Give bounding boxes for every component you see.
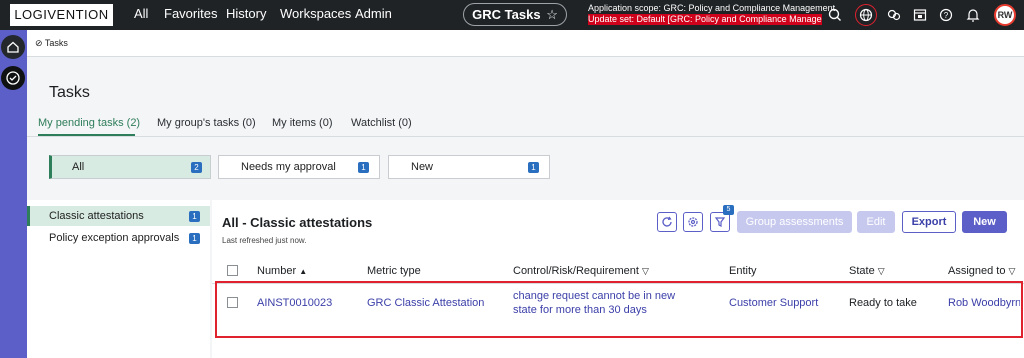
sort-ascending-icon: ▲: [299, 267, 308, 276]
tab-watchlist[interactable]: Watchlist (0): [351, 117, 412, 129]
filter-icon: ▽: [1008, 266, 1016, 276]
inbox-icon[interactable]: [911, 6, 929, 24]
list-title: All - Classic attestations: [222, 215, 373, 230]
tabs-divider: [27, 136, 1024, 137]
filter-new[interactable]: New 1: [388, 155, 550, 179]
filter-all-label: All: [72, 161, 85, 173]
chat-icon[interactable]: [885, 6, 903, 24]
funnel-icon: [714, 217, 726, 227]
highlight-box: [215, 281, 1023, 338]
svg-text:?: ?: [944, 11, 949, 20]
breadcrumb[interactable]: ⊘ Tasks: [35, 38, 68, 49]
column-assigned-to-label: Assigned to: [948, 265, 1006, 277]
column-control-label: Control/Risk/Requirement: [513, 265, 639, 277]
filter-needs-my-approval-label: Needs my approval: [241, 161, 336, 173]
sidebar-item-policy-exception-approvals-count: 1: [189, 233, 200, 244]
application-scope[interactable]: Application scope: GRC: Policy and Compl…: [588, 3, 835, 13]
filter-new-label: New: [411, 161, 434, 173]
sidebar-item-policy-exception-approvals[interactable]: Policy exception approvals: [49, 232, 179, 244]
company-logo[interactable]: LOGIVENTION: [10, 4, 113, 26]
home-icon: [7, 41, 19, 53]
breadcrumb-bar: ⊘ Tasks: [27, 30, 1024, 57]
column-state-label: State: [849, 265, 875, 277]
nav-history[interactable]: History: [226, 6, 266, 21]
globe-icon[interactable]: [857, 6, 875, 24]
filter-all-count: 2: [191, 162, 202, 173]
filter-icon: ▽: [877, 266, 885, 276]
page-title: Tasks: [49, 84, 90, 101]
refresh-icon: [662, 216, 672, 227]
column-header-entity[interactable]: Entity: [729, 265, 757, 277]
column-number-label: Number: [257, 265, 297, 277]
settings-button[interactable]: [683, 212, 703, 232]
app-title-pill[interactable]: GRC Tasks ☆: [463, 3, 567, 26]
left-rail: [0, 30, 27, 358]
new-button[interactable]: New: [962, 211, 1007, 233]
tab-my-items[interactable]: My items (0): [272, 117, 333, 129]
app-title: GRC Tasks: [472, 7, 541, 22]
tab-my-groups-tasks[interactable]: My group's tasks (0): [157, 117, 256, 129]
star-icon[interactable]: ☆: [546, 7, 558, 22]
filter-needs-my-approval-count: 1: [358, 162, 369, 173]
tasks-rail-button[interactable]: [1, 66, 25, 90]
column-header-number[interactable]: Number ▲: [257, 265, 307, 277]
search-icon[interactable]: [826, 6, 844, 24]
column-header-assigned-to[interactable]: Assigned to ▽: [948, 265, 1015, 277]
active-tab-indicator: [38, 134, 135, 136]
sidebar-item-classic-attestations-count: 1: [189, 211, 200, 222]
column-header-metric-type[interactable]: Metric type: [367, 265, 421, 277]
check-circle-icon: [6, 71, 20, 85]
last-refreshed: Last refreshed just now.: [222, 236, 307, 245]
edit-button[interactable]: Edit: [857, 211, 895, 233]
refresh-button[interactable]: [657, 212, 677, 232]
sidebar-item-classic-attestations-label[interactable]: Classic attestations: [49, 210, 144, 222]
filter-all[interactable]: All 2: [49, 155, 211, 179]
help-icon[interactable]: ?: [937, 6, 955, 24]
home-button[interactable]: [1, 35, 25, 59]
filter-button[interactable]: [710, 212, 730, 232]
bell-icon[interactable]: [964, 6, 982, 24]
breadcrumb-tasks: Tasks: [44, 38, 68, 48]
check-circle-icon: ⊘: [35, 38, 45, 48]
filter-new-count: 1: [528, 162, 539, 173]
user-avatar[interactable]: RW: [994, 4, 1016, 26]
nav-admin[interactable]: Admin: [355, 6, 392, 21]
nav-favorites[interactable]: Favorites: [164, 6, 217, 21]
gear-icon: [688, 217, 698, 227]
group-assessments-button[interactable]: Group assessments: [737, 211, 852, 233]
column-header-control[interactable]: Control/Risk/Requirement ▽: [513, 265, 649, 277]
export-button[interactable]: Export: [902, 211, 956, 233]
filter-needs-my-approval[interactable]: Needs my approval 1: [218, 155, 380, 179]
filter-icon: ▽: [642, 266, 649, 276]
filter-count-badge: 5: [723, 205, 734, 215]
nav-workspaces[interactable]: Workspaces: [280, 6, 351, 21]
update-set[interactable]: Update set: Default [GRC: Policy and Com…: [588, 14, 822, 25]
select-all-checkbox[interactable]: [227, 265, 238, 276]
tab-my-pending-tasks[interactable]: My pending tasks (2): [38, 117, 140, 129]
nav-all[interactable]: All: [134, 6, 148, 21]
column-header-state[interactable]: State ▽: [849, 265, 885, 277]
top-navigation-bar: LOGIVENTION All Favorites History Worksp…: [0, 0, 1024, 30]
